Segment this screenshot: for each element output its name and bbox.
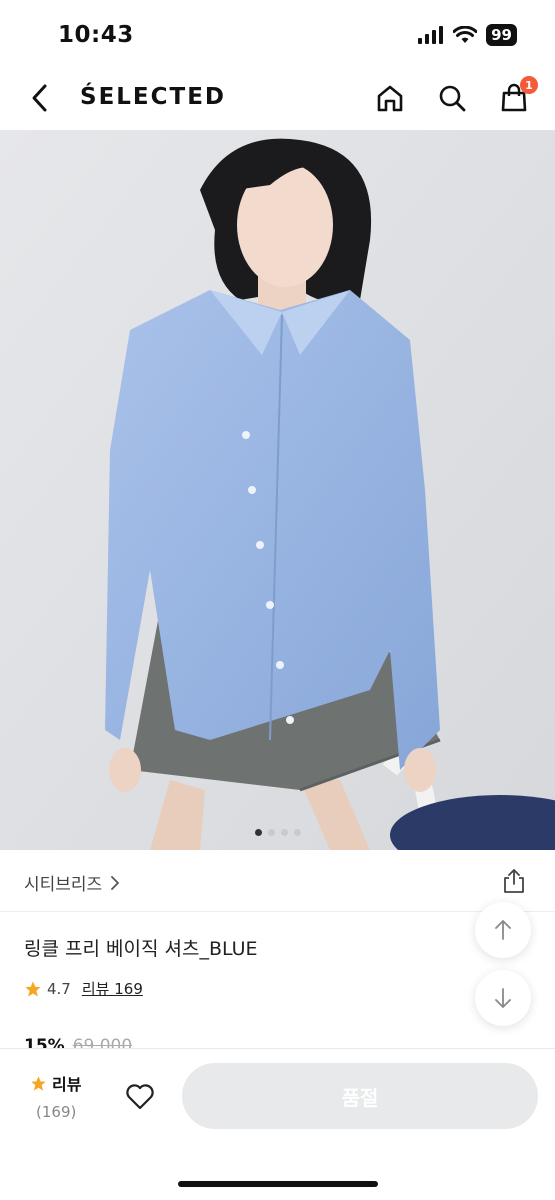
home-button[interactable] bbox=[370, 78, 410, 118]
back-button[interactable] bbox=[22, 80, 58, 116]
cart-count-badge: 1 bbox=[520, 76, 538, 94]
review-summary[interactable]: 리뷰 (169) bbox=[30, 1071, 81, 1121]
home-indicator bbox=[178, 1181, 378, 1187]
arrow-up-icon bbox=[495, 920, 511, 940]
review-label: 리뷰 bbox=[52, 1075, 82, 1094]
cart-button[interactable]: 1 bbox=[494, 76, 538, 118]
brand-link[interactable]: 시티브리즈 bbox=[24, 870, 120, 895]
star-icon bbox=[25, 981, 41, 996]
carousel-dot[interactable] bbox=[280, 829, 288, 836]
product-name: 링클 프리 베이직 셔츠_BLUE bbox=[24, 938, 258, 960]
rating-value: 4.7 bbox=[47, 979, 71, 998]
carousel-dot[interactable] bbox=[254, 829, 262, 836]
heart-icon bbox=[126, 1084, 154, 1110]
battery-indicator: 99 bbox=[486, 24, 517, 46]
status-bar: 10:43 99 bbox=[0, 0, 555, 70]
scroll-top-button[interactable] bbox=[475, 902, 531, 958]
review-count: (169) bbox=[36, 1103, 77, 1121]
share-button[interactable] bbox=[499, 866, 529, 896]
share-icon bbox=[504, 869, 524, 893]
arrow-down-icon bbox=[495, 988, 511, 1008]
scroll-bottom-button[interactable] bbox=[475, 970, 531, 1026]
search-icon bbox=[439, 85, 466, 112]
status-icons: 99 bbox=[418, 24, 517, 46]
rating-row: 4.7 리뷰 169 bbox=[24, 978, 143, 999]
soldout-button[interactable]: 품절 bbox=[182, 1063, 538, 1129]
status-time: 10:43 bbox=[58, 22, 134, 48]
wifi-icon bbox=[453, 26, 478, 43]
nav-bar: ŚELECTED 1 bbox=[0, 70, 555, 130]
brand-row: 시티브리즈 bbox=[0, 850, 555, 912]
signal-icon bbox=[418, 26, 444, 44]
review-summary-label-row: 리뷰 bbox=[30, 1071, 81, 1095]
like-button[interactable] bbox=[120, 1077, 160, 1117]
chevron-left-icon bbox=[32, 84, 47, 112]
carousel-dot[interactable] bbox=[267, 829, 275, 836]
home-icon bbox=[377, 85, 403, 112]
product-image-gallery[interactable] bbox=[0, 130, 555, 850]
product-photo bbox=[0, 130, 555, 850]
search-button[interactable] bbox=[432, 78, 472, 118]
carousel-dot[interactable] bbox=[293, 829, 301, 836]
brand-logo[interactable]: ŚELECTED bbox=[80, 84, 226, 110]
bottom-action-bar: 리뷰 (169) 품절 bbox=[0, 1048, 555, 1200]
brand-name: 시티브리즈 bbox=[24, 875, 103, 895]
review-link[interactable]: 리뷰 169 bbox=[82, 978, 143, 999]
carousel-dots bbox=[0, 829, 555, 836]
chevron-right-icon bbox=[111, 875, 120, 890]
star-icon bbox=[31, 1075, 46, 1091]
